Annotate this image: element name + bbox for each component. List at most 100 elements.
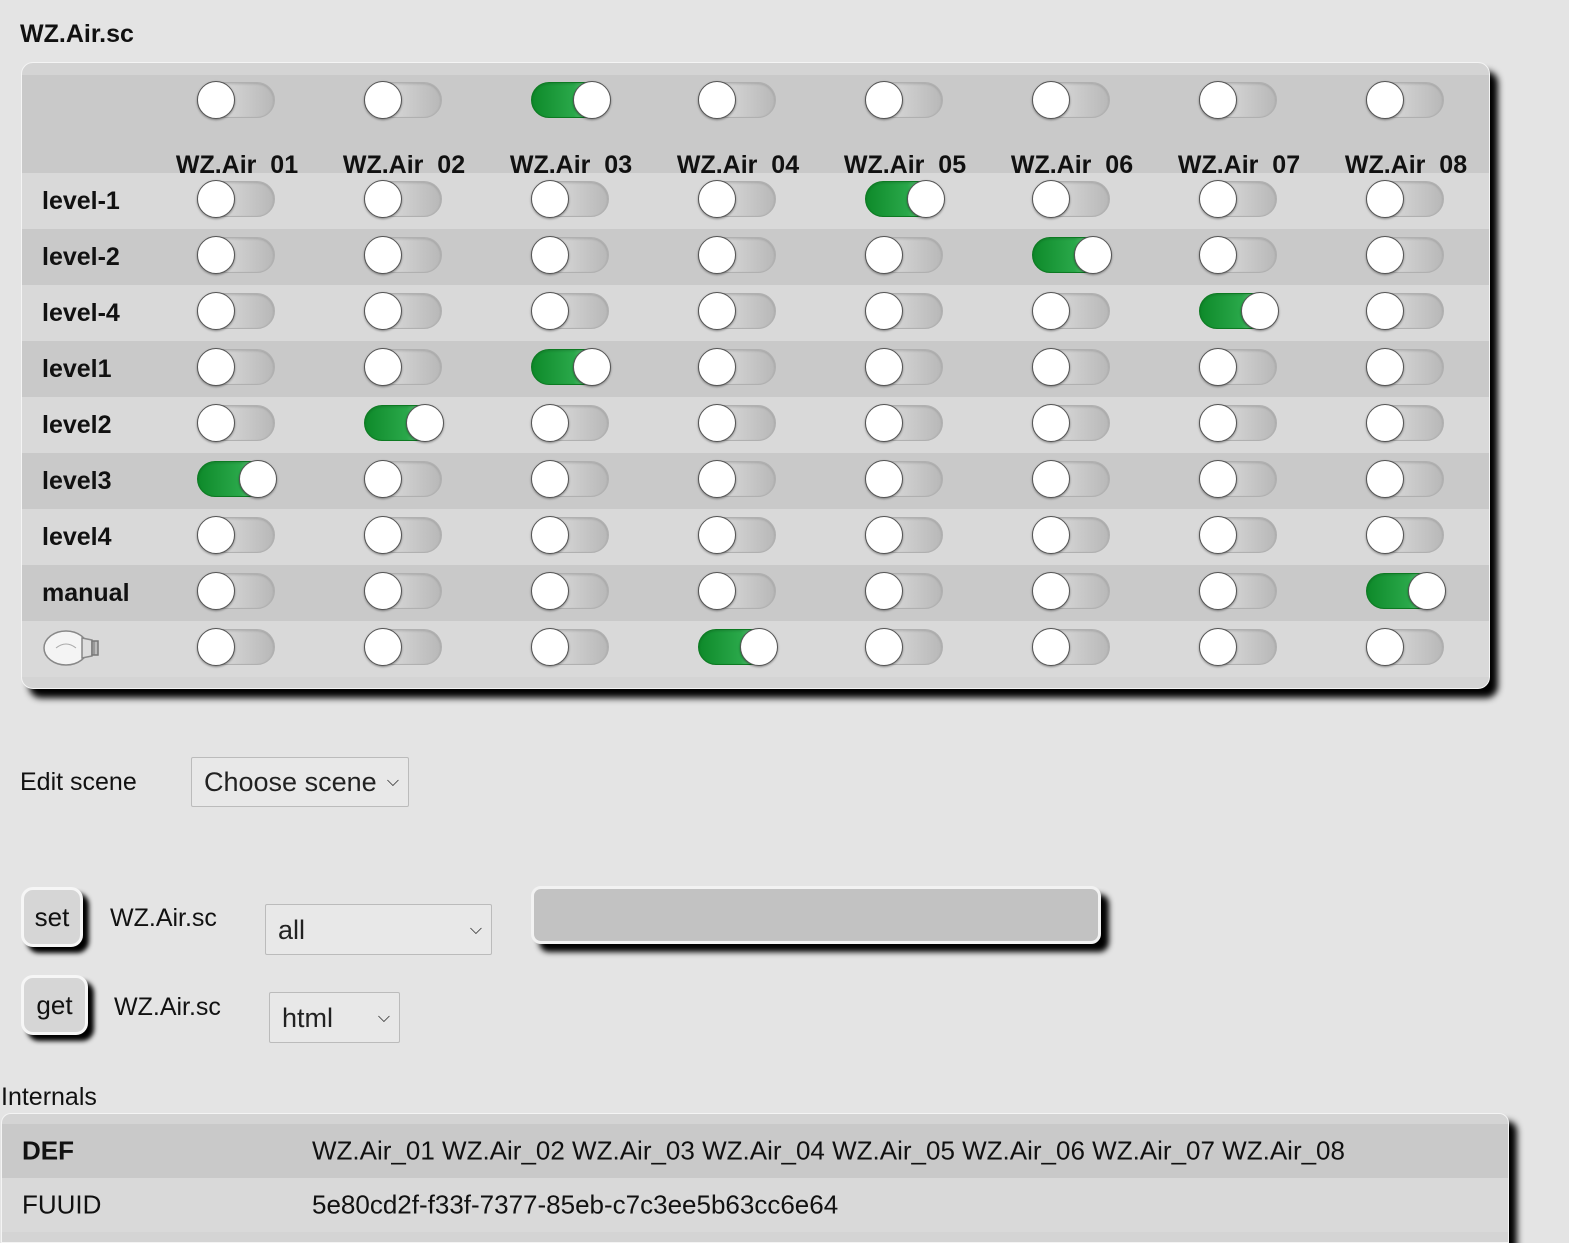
scene-toggle-4[interactable] xyxy=(698,180,776,218)
scene-toggle-4[interactable] xyxy=(698,236,776,274)
scene-toggle-6[interactable] xyxy=(1032,628,1110,666)
scene-toggle-6[interactable] xyxy=(1032,236,1112,274)
scene-toggle-5[interactable] xyxy=(865,404,943,442)
scene-toggle-2[interactable] xyxy=(364,348,442,386)
scene-toggle-7[interactable] xyxy=(1199,348,1277,386)
scene-toggle-5[interactable] xyxy=(865,572,943,610)
scene-toggle-7[interactable] xyxy=(1199,404,1277,442)
scene-toggle-1[interactable] xyxy=(197,572,275,610)
set-button[interactable]: set xyxy=(21,887,83,947)
scene-toggle-5[interactable] xyxy=(865,348,943,386)
scene-toggle-5[interactable] xyxy=(865,180,945,218)
scene-toggle-8[interactable] xyxy=(1366,236,1444,274)
scene-row: level3 xyxy=(22,453,1489,509)
scene-toggle-2[interactable] xyxy=(364,236,442,274)
toggle-knob xyxy=(364,572,402,610)
get-format-select[interactable]: html xyxy=(269,992,400,1043)
scene-toggle-8[interactable] xyxy=(1366,572,1446,610)
scene-toggle-7[interactable] xyxy=(1199,516,1277,554)
get-button[interactable]: get xyxy=(21,975,88,1035)
scene-toggle-2[interactable] xyxy=(364,404,444,442)
toggle-knob xyxy=(573,81,611,119)
device-toggle-2[interactable] xyxy=(364,81,442,119)
scene-toggle-3[interactable] xyxy=(531,516,609,554)
toggle-knob xyxy=(239,460,277,498)
scene-toggle-5[interactable] xyxy=(865,516,943,554)
scene-toggle-1[interactable] xyxy=(197,516,275,554)
scene-toggle-6[interactable] xyxy=(1032,348,1110,386)
scene-toggle-3[interactable] xyxy=(531,404,609,442)
scene-toggle-7[interactable] xyxy=(1199,572,1277,610)
scene-toggle-3[interactable] xyxy=(531,292,609,330)
scene-toggle-4[interactable] xyxy=(698,292,776,330)
device-toggle-7[interactable] xyxy=(1199,81,1277,119)
scene-toggle-6[interactable] xyxy=(1032,180,1110,218)
scene-toggle-2[interactable] xyxy=(364,572,442,610)
internals-row: FUUID 5e80cd2f-f33f-7377-85eb-c7c3ee5b63c… xyxy=(2,1178,1508,1232)
set-command-input[interactable] xyxy=(531,886,1101,944)
scene-toggle-2[interactable] xyxy=(364,628,442,666)
scene-toggle-6[interactable] xyxy=(1032,460,1110,498)
scene-toggle-3[interactable] xyxy=(531,460,609,498)
scene-toggle-6[interactable] xyxy=(1032,292,1110,330)
toggle-knob xyxy=(531,628,569,666)
scene-toggle-1[interactable] xyxy=(197,348,275,386)
scene-toggle-8[interactable] xyxy=(1366,348,1444,386)
scene-toggle-3[interactable] xyxy=(531,572,609,610)
scene-toggle-6[interactable] xyxy=(1032,516,1110,554)
scene-toggle-7[interactable] xyxy=(1199,180,1277,218)
scene-toggle-2[interactable] xyxy=(364,292,442,330)
scene-toggle-5[interactable] xyxy=(865,460,943,498)
scene-toggle-7[interactable] xyxy=(1199,628,1277,666)
scene-toggle-4[interactable] xyxy=(698,348,776,386)
scene-toggle-5[interactable] xyxy=(865,236,943,274)
scene-toggle-1[interactable] xyxy=(197,180,275,218)
scene-toggle-2[interactable] xyxy=(364,460,442,498)
scene-toggle-6[interactable] xyxy=(1032,404,1110,442)
scene-toggle-4[interactable] xyxy=(698,516,776,554)
scene-toggle-1[interactable] xyxy=(197,460,277,498)
scene-toggle-1[interactable] xyxy=(197,292,275,330)
scene-toggle-8[interactable] xyxy=(1366,516,1444,554)
scene-toggle-2[interactable] xyxy=(364,180,442,218)
device-toggle-3[interactable] xyxy=(531,81,611,119)
device-toggle-4[interactable] xyxy=(698,81,776,119)
device-toggle-8[interactable] xyxy=(1366,81,1444,119)
scene-toggle-1[interactable] xyxy=(197,628,275,666)
device-toggle-1[interactable] xyxy=(197,81,275,119)
light-bulb-icon xyxy=(42,628,106,668)
scene-toggle-8[interactable] xyxy=(1366,292,1444,330)
toggle-knob xyxy=(1199,628,1237,666)
choose-scene-select[interactable]: Choose scene xyxy=(191,757,409,807)
scene-toggle-3[interactable] xyxy=(531,236,609,274)
scene-toggle-1[interactable] xyxy=(197,236,275,274)
scene-toggle-8[interactable] xyxy=(1366,404,1444,442)
scene-toggle-7[interactable] xyxy=(1199,236,1277,274)
scene-row: level-1 xyxy=(22,173,1489,229)
toggle-knob xyxy=(698,236,736,274)
toggle-knob xyxy=(197,180,235,218)
scene-toggle-8[interactable] xyxy=(1366,460,1444,498)
scene-toggle-7[interactable] xyxy=(1199,292,1279,330)
scene-toggle-4[interactable] xyxy=(698,628,778,666)
scene-toggle-3[interactable] xyxy=(531,180,609,218)
device-toggle-5[interactable] xyxy=(865,81,943,119)
scene-toggle-5[interactable] xyxy=(865,628,943,666)
scene-toggle-6[interactable] xyxy=(1032,572,1110,610)
scene-toggle-5[interactable] xyxy=(865,292,943,330)
scene-toggle-8[interactable] xyxy=(1366,180,1444,218)
device-toggle-6[interactable] xyxy=(1032,81,1110,119)
set-mode-select[interactable]: all xyxy=(265,904,492,955)
scene-toggle-7[interactable] xyxy=(1199,460,1277,498)
scene-toggle-3[interactable] xyxy=(531,348,611,386)
scene-toggle-4[interactable] xyxy=(698,404,776,442)
toggle-knob xyxy=(364,516,402,554)
scene-toggle-1[interactable] xyxy=(197,404,275,442)
scene-toggle-4[interactable] xyxy=(698,460,776,498)
scene-toggle-3[interactable] xyxy=(531,628,609,666)
scene-toggle-2[interactable] xyxy=(364,516,442,554)
scene-toggle-8[interactable] xyxy=(1366,628,1444,666)
scene-toggle-4[interactable] xyxy=(698,572,776,610)
toggle-knob xyxy=(197,292,235,330)
toggle-knob xyxy=(865,81,903,119)
